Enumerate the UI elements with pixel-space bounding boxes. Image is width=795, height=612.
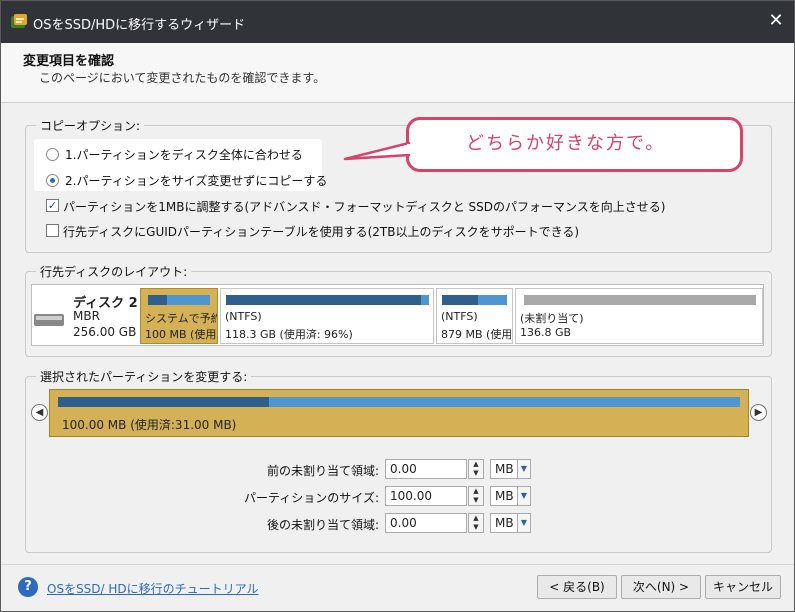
scroll-right-icon[interactable]: ▶ — [750, 404, 767, 421]
partition-label: システムで予約 — [145, 312, 217, 325]
partition-usage-bar — [524, 295, 756, 305]
partition-label: (NTFS) — [441, 310, 478, 323]
partition-size: 100 MB (使用 — [145, 328, 217, 341]
partition-label: (未割り当て) — [520, 312, 584, 325]
partition-usage-bar — [442, 295, 507, 305]
wizard-window: OSをSSD/HDに移行するウィザード ✕ 変更項目を確認 このページにおいて変… — [0, 0, 795, 612]
partition-usage-fill — [524, 295, 756, 305]
radio-fit-disk-label[interactable]: 1.パーティションをディスク全体に合わせる — [65, 146, 303, 163]
partition-size-input[interactable]: 100.00 — [385, 486, 467, 506]
align-1mb-label[interactable]: パーティションを1MBに調整する(アドバンスド・フォーマットディスクと SSDの… — [63, 198, 665, 215]
hard-drive-icon — [34, 314, 64, 326]
selected-partition-legend: 選択されたパーティションを変更する: — [36, 368, 252, 385]
window-title: OSをSSD/HDに移行するウィザード — [33, 18, 246, 33]
partition-system-reserved[interactable]: システムで予約 100 MB (使用 — [140, 288, 218, 344]
radio-no-resize-label[interactable]: 2.パーティションをサイズ変更せずにコピーする — [65, 172, 327, 189]
partition-ntfs-recovery[interactable]: (NTFS) 879 MB (使用 — [436, 288, 513, 344]
close-icon[interactable]: ✕ — [766, 11, 786, 31]
before-unallocated-input[interactable]: 0.00 — [385, 459, 467, 479]
before-unallocated-stepper[interactable]: ▲ ▼ — [468, 459, 484, 479]
callout-text: どちらか好きな方で。 — [466, 133, 666, 154]
partition-usage-bar — [148, 295, 210, 305]
spin-down-icon[interactable]: ▼ — [469, 469, 483, 478]
partition-size: 118.3 GB (使用済: 96%) — [225, 328, 353, 341]
page-header: 変更項目を確認 このページにおいて変更されたものを確認できます。 — [1, 43, 794, 103]
chevron-down-icon[interactable]: ▼ — [517, 486, 531, 506]
disk-type: MBR — [73, 309, 100, 323]
partition-size-stepper[interactable]: ▲ ▼ — [468, 486, 484, 506]
spin-down-icon[interactable]: ▼ — [469, 523, 483, 532]
partition-usage-fill — [442, 295, 478, 305]
chevron-down-icon[interactable]: ▼ — [517, 513, 531, 533]
partition-usage-fill — [226, 295, 421, 305]
title-bar: OSをSSD/HDに移行するウィザード ✕ — [1, 1, 794, 43]
partition-usage-fill — [148, 295, 168, 305]
spin-up-icon[interactable]: ▲ — [469, 487, 483, 496]
chevron-down-icon[interactable]: ▼ — [517, 459, 531, 479]
partition-size: 879 MB (使用 — [441, 328, 511, 341]
partition-label: (NTFS) — [225, 310, 262, 323]
copy-options-legend: コピーオプション: — [36, 117, 145, 134]
partition-unallocated[interactable]: (未割り当て) 136.8 GB — [515, 288, 763, 344]
selected-partition-text: 100.00 MB (使用済:31.00 MB) — [62, 418, 237, 432]
after-unallocated-stepper[interactable]: ▲ ▼ — [468, 513, 484, 533]
disk-layout-legend: 行先ディスクのレイアウト: — [36, 263, 192, 280]
after-unallocated-label: 後の未割り当て領域: — [266, 518, 379, 532]
callout-pointer — [343, 141, 411, 161]
guid-label[interactable]: 行先ディスクにGUIDパーティションテーブルを使用する(2TB以上のディスクをサ… — [63, 223, 579, 240]
app-icon — [11, 14, 27, 28]
scroll-left-icon[interactable]: ◀ — [31, 404, 48, 421]
partition-usage-bar — [226, 295, 429, 305]
selected-usage-fill — [58, 397, 270, 407]
disk-size: 256.00 GB — [73, 325, 137, 339]
partition-size: 136.8 GB — [520, 326, 572, 339]
align-1mb-checkbox[interactable]: ✓ — [46, 199, 59, 212]
spin-up-icon[interactable]: ▲ — [469, 514, 483, 523]
radio-no-resize[interactable] — [46, 174, 59, 187]
after-unallocated-input[interactable]: 0.00 — [385, 513, 467, 533]
selected-partition-bar[interactable]: 100.00 MB (使用済:31.00 MB) — [49, 389, 749, 437]
cancel-button[interactable]: キャンセル — [705, 575, 781, 599]
radio-fit-disk[interactable] — [46, 148, 59, 161]
page-subtitle: このページにおいて変更されたものを確認できます。 — [39, 71, 326, 85]
help-icon[interactable]: ? — [18, 577, 38, 597]
partition-size-label: パーティションのサイズ: — [244, 491, 379, 505]
guid-checkbox[interactable] — [46, 224, 59, 237]
spin-down-icon[interactable]: ▼ — [469, 496, 483, 505]
selected-usage-bar — [58, 397, 740, 407]
spin-up-icon[interactable]: ▲ — [469, 460, 483, 469]
page-title: 変更項目を確認 — [23, 54, 115, 69]
next-button[interactable]: 次へ(N) > — [621, 575, 701, 599]
tutorial-link[interactable]: OSをSSD/ HDに移行のチュートリアル — [47, 580, 259, 597]
before-unallocated-label: 前の未割り当て領域: — [266, 464, 379, 478]
partition-ntfs-main[interactable]: (NTFS) 118.3 GB (使用済: 96%) — [220, 288, 434, 344]
back-button[interactable]: < 戻る(B) — [537, 575, 617, 599]
